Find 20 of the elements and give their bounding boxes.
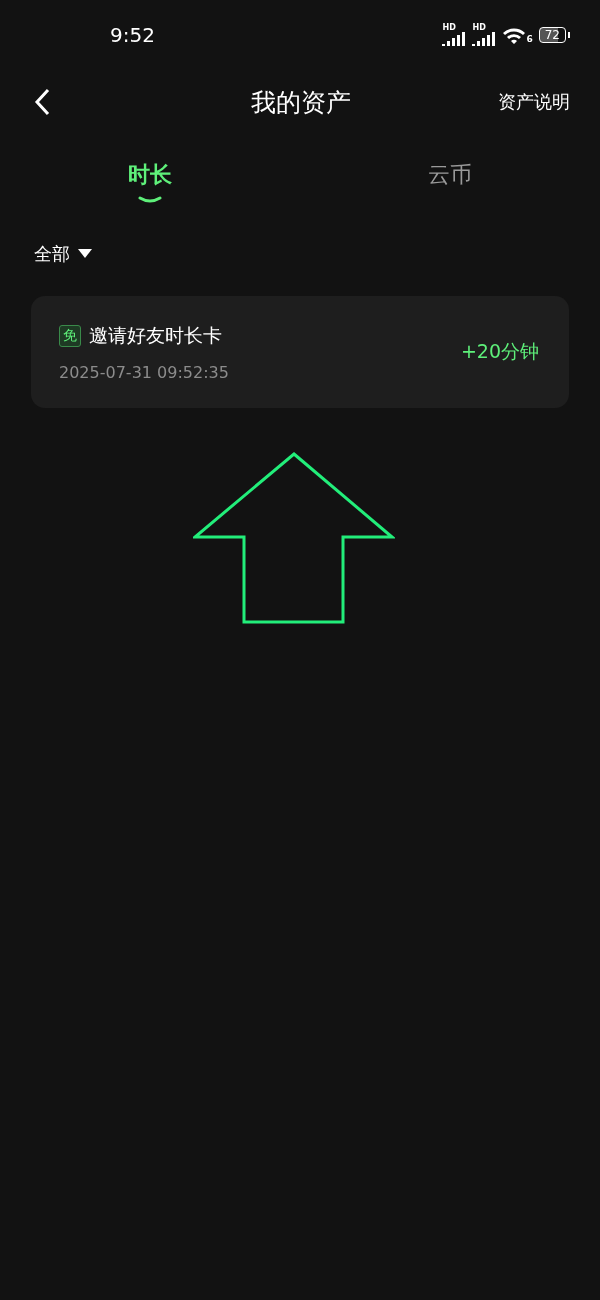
record-amount: +20分钟 — [460, 339, 539, 364]
asset-info-link[interactable]: 资产说明 — [498, 90, 570, 114]
filter-dropdown[interactable]: 全部 — [34, 242, 70, 266]
page-title: 我的资产 — [251, 86, 351, 119]
signal-icon — [472, 32, 497, 46]
network-label: HD — [442, 24, 456, 32]
status-time: 9:52 — [110, 23, 155, 47]
record-title: 邀请好友时长卡 — [89, 322, 222, 348]
caret-icon[interactable] — [78, 249, 92, 259]
free-tag: 免 — [59, 324, 81, 347]
back-icon[interactable] — [32, 87, 52, 117]
signal-icon — [442, 32, 467, 46]
network-label: HD — [472, 24, 486, 32]
up-arrow-icon — [193, 452, 395, 624]
tab[interactable]: 云币 — [428, 160, 472, 190]
tab-indicator-icon — [138, 196, 162, 204]
wifi-label: 6 — [526, 35, 533, 44]
tab[interactable]: 时长 — [128, 160, 172, 190]
record-time: 2025-07-31 09:52:35 — [59, 362, 229, 382]
wifi-icon — [502, 26, 527, 44]
